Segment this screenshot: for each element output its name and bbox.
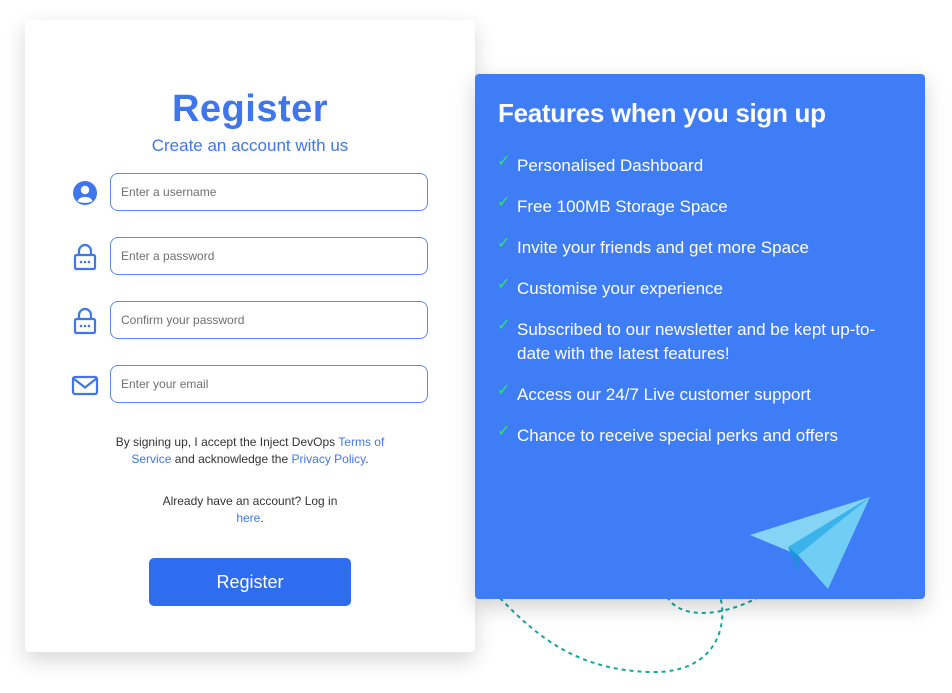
feature-label: Chance to receive special perks and offe…	[517, 426, 838, 445]
register-button[interactable]: Register	[149, 558, 351, 606]
lock-icon	[70, 306, 100, 336]
mail-icon	[70, 370, 100, 400]
terms-prefix: By signing up, I accept the Inject DevOp…	[115, 435, 339, 449]
feature-label: Customise your experience	[517, 279, 723, 298]
password-input[interactable]	[110, 237, 428, 275]
paper-plane-icon	[750, 497, 870, 589]
feature-label: Subscribed to our newsletter and be kept…	[517, 320, 876, 363]
login-prompt: Already have an account? Log in here.	[100, 493, 400, 527]
feature-item: ✓ Customise your experience	[497, 276, 907, 301]
page-title: Register	[171, 88, 329, 130]
lock-icon	[70, 242, 100, 272]
features-panel: Features when you sign up ✓ Personalised …	[475, 74, 925, 599]
feature-item: ✓ Subscribed to our newsletter and be kep…	[497, 317, 907, 366]
terms-suffix: .	[365, 452, 369, 466]
login-suffix: .	[260, 511, 264, 525]
terms-middle: and acknowledge the	[171, 452, 292, 466]
feature-item: ✓ Free 100MB Storage Space	[497, 194, 907, 219]
email-input[interactable]	[110, 365, 428, 403]
feature-item: ✓ Personalised Dashboard	[497, 153, 907, 178]
feature-label: Invite your friends and get more Space	[517, 238, 809, 257]
feature-list: ✓ Personalised Dashboard ✓ Free 100MB Stor…	[497, 153, 907, 448]
username-row	[70, 173, 430, 213]
confirm-password-row	[70, 301, 430, 341]
check-icon: ✓	[497, 382, 511, 399]
feature-item: ✓ Access our 24/7 Live customer support	[497, 382, 907, 407]
feature-item: ✓ Invite your friends and get more Space	[497, 235, 907, 260]
feature-label: Personalised Dashboard	[517, 156, 704, 175]
terms-text: By signing up, I accept the Inject DevOp…	[100, 434, 400, 468]
check-icon: ✓	[497, 153, 511, 170]
check-icon: ✓	[497, 276, 511, 293]
register-card: Register Create an account with us By si…	[25, 20, 475, 652]
user-icon	[70, 178, 100, 208]
confirm-password-input[interactable]	[110, 301, 428, 339]
login-prefix: Already have an account? Log in	[162, 494, 338, 508]
check-icon: ✓	[497, 423, 511, 440]
login-here-link[interactable]: here	[236, 511, 260, 525]
feature-item: ✓ Chance to receive special perks and off…	[497, 423, 907, 448]
email-row	[70, 365, 430, 405]
register-subtitle: Create an account with us	[151, 136, 349, 155]
feature-label: Free 100MB Storage Space	[517, 197, 728, 216]
password-row	[70, 237, 430, 277]
check-icon: ✓	[497, 194, 511, 211]
feature-label: Access our 24/7 Live customer support	[517, 385, 811, 404]
username-input[interactable]	[110, 173, 428, 211]
features-title: Features when you sign up	[498, 98, 826, 128]
check-icon: ✓	[497, 235, 511, 252]
privacy-policy-link[interactable]: Privacy Policy	[291, 452, 365, 466]
check-icon: ✓	[497, 317, 511, 334]
